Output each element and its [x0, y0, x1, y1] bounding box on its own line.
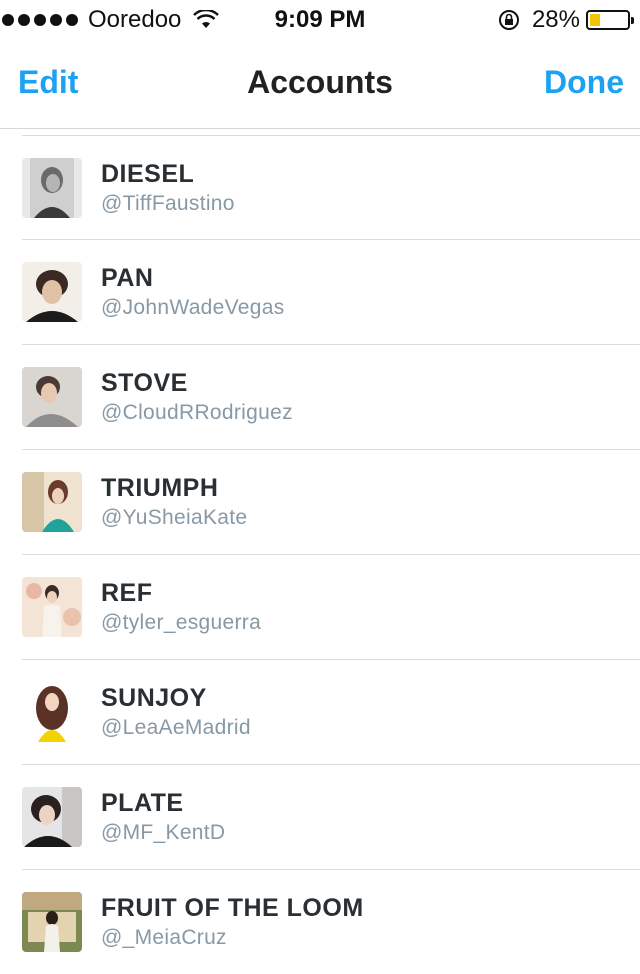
account-row-plate[interactable]: PLATE @MF_KentD [22, 764, 640, 869]
account-row-sunjoy[interactable]: SUNJOY @LeaAeMadrid [22, 659, 640, 764]
status-right: 28% [498, 6, 634, 34]
avatar [22, 892, 82, 952]
account-row-fruit-of-the-loom[interactable]: FRUIT OF THE LOOM @_MeiaCruz [22, 869, 640, 974]
account-row-triumph[interactable]: TRIUMPH @YuSheiaKate [22, 449, 640, 554]
account-name: PLATE [101, 789, 184, 817]
account-handle: @_MeiaCruz [101, 926, 227, 949]
avatar [22, 262, 82, 322]
account-name: PAN [101, 264, 154, 292]
account-handle: @CloudRRodriguez [101, 401, 293, 424]
avatar [22, 367, 82, 427]
account-name: STOVE [101, 369, 188, 397]
avatar [22, 787, 82, 847]
avatar [22, 158, 82, 218]
account-handle: @tyler_esguerra [101, 611, 262, 634]
account-row-diesel[interactable]: DIESEL @TiffFaustino [22, 135, 640, 239]
account-name: SUNJOY [101, 684, 207, 712]
navigation-bar: Edit Accounts Done [0, 40, 640, 129]
account-handle: @TiffFaustino [101, 192, 235, 215]
account-name: DIESEL [101, 160, 195, 188]
battery-fill [590, 14, 600, 26]
done-button[interactable]: Done [544, 64, 624, 101]
avatar [22, 577, 82, 637]
account-handle: @JohnWadeVegas [101, 296, 285, 319]
avatar [22, 682, 82, 742]
account-name: REF [101, 579, 153, 607]
battery-percent: 28% [531, 6, 580, 33]
battery-icon [586, 10, 634, 30]
account-row-pan[interactable]: PAN @JohnWadeVegas [22, 239, 640, 344]
account-name: TRIUMPH [101, 474, 219, 502]
account-row-stove[interactable]: STOVE @CloudRRodriguez [22, 344, 640, 449]
account-handle: @MF_KentD [101, 821, 226, 844]
avatar [22, 472, 82, 532]
accounts-list: DIESEL @TiffFaustino PAN @JohnWadeVegas … [0, 135, 640, 974]
account-name: FRUIT OF THE LOOM [101, 894, 364, 922]
rotation-lock-icon [498, 10, 519, 30]
status-bar: Ooredoo 9:09 PM 28% [0, 0, 640, 40]
account-handle: @LeaAeMadrid [101, 716, 251, 739]
account-row-ref[interactable]: REF @tyler_esguerra [22, 554, 640, 659]
account-handle: @YuSheiaKate [101, 506, 248, 529]
